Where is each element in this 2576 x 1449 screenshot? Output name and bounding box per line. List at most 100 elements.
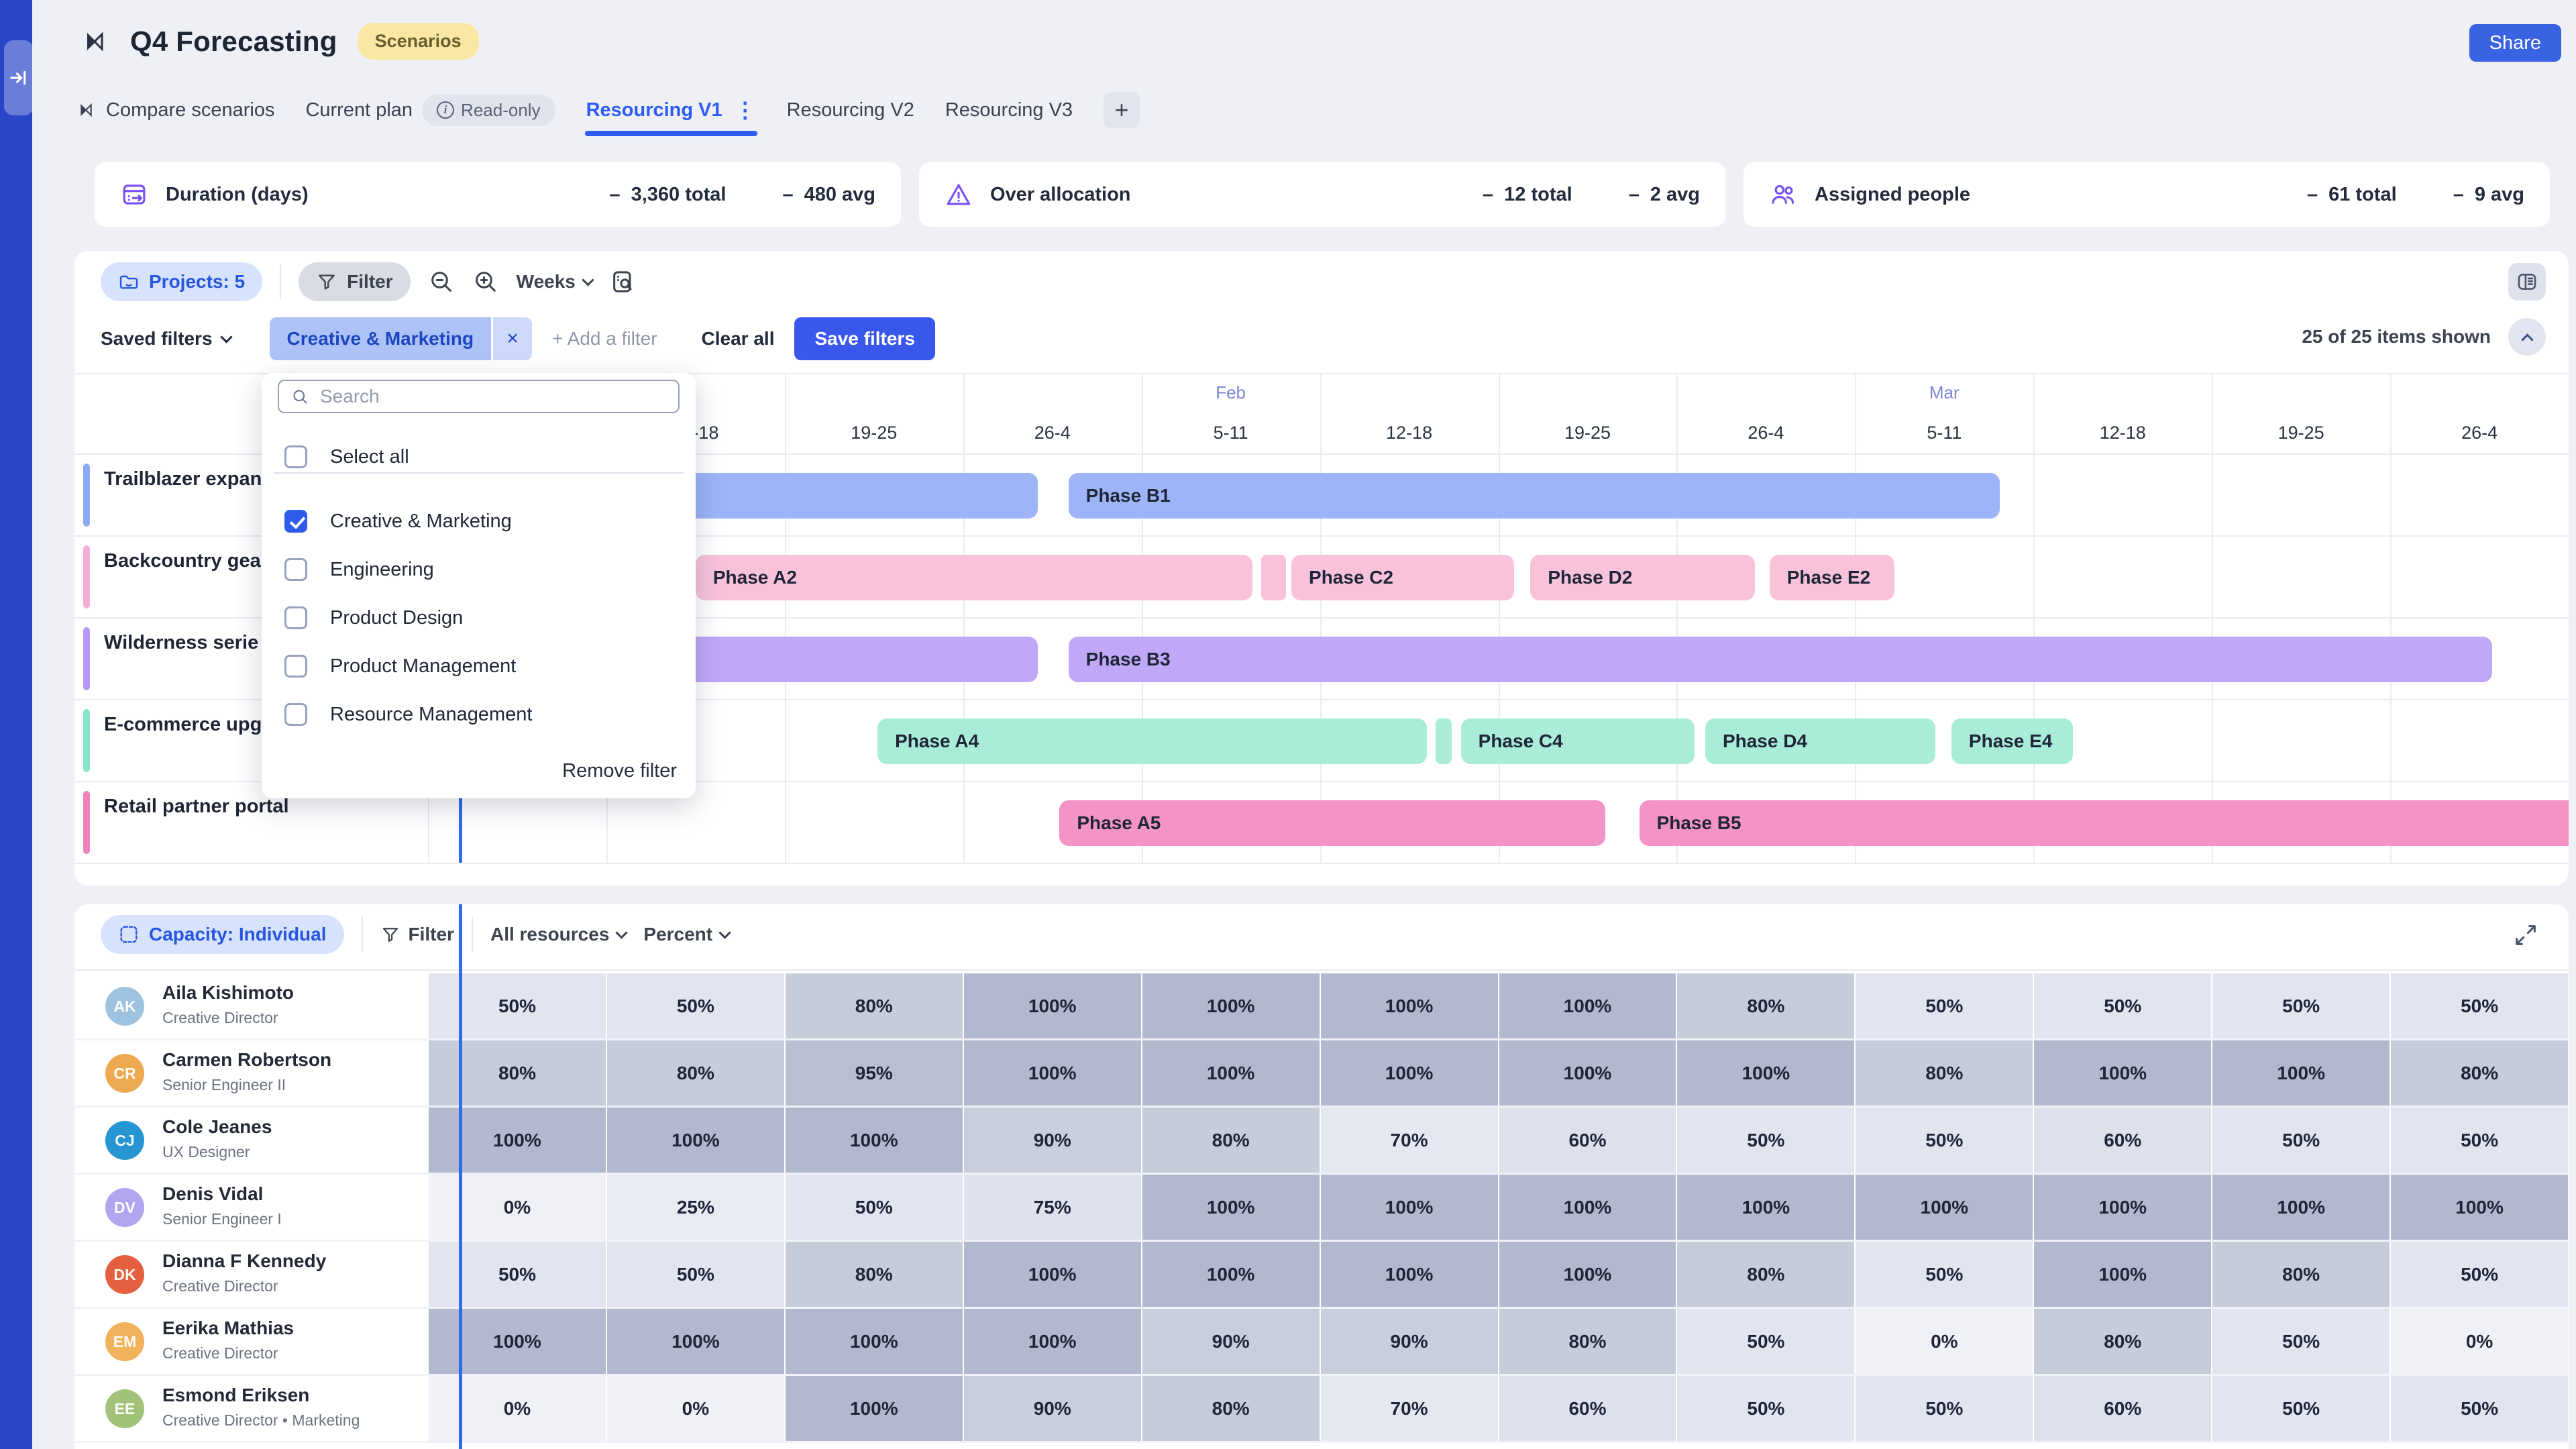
capacity-cell[interactable]: 50% (1856, 1376, 2033, 1441)
capacity-cell[interactable]: 70% (1321, 1376, 1498, 1441)
project-name[interactable]: E-commerce upg (104, 714, 262, 736)
capacity-cell[interactable]: 50% (1856, 973, 2033, 1038)
project-name[interactable]: Trailblazer expan (104, 468, 262, 490)
phase-bar[interactable]: Phase A4 (877, 718, 1427, 764)
capacity-cell[interactable]: 0% (2391, 1309, 2568, 1374)
select-all-option[interactable]: Select all (284, 437, 409, 476)
checkbox[interactable] (284, 445, 307, 468)
person-row[interactable]: CJCole JeanesUX Designer100%100%100%90%8… (74, 1108, 2569, 1175)
capacity-cell[interactable]: 100% (1499, 1242, 1676, 1307)
unit-dropdown[interactable]: Percent (643, 924, 729, 945)
capacity-cell[interactable]: 80% (1499, 1309, 1676, 1374)
zoom-out-button[interactable] (428, 268, 455, 295)
capacity-cell[interactable]: 100% (429, 1309, 606, 1374)
capacity-cell[interactable]: 25% (607, 1175, 784, 1240)
capacity-cell[interactable]: 50% (786, 1175, 963, 1240)
capacity-cell[interactable]: 75% (964, 1175, 1141, 1240)
capacity-cell[interactable]: 0% (607, 1376, 784, 1441)
capacity-cell[interactable]: 50% (2391, 1108, 2568, 1173)
filter-option-product-design[interactable]: Product Design (284, 598, 463, 637)
capacity-cell[interactable]: 50% (2212, 1309, 2390, 1374)
capacity-cell[interactable]: 60% (1499, 1108, 1676, 1173)
capacity-cell[interactable]: 100% (1856, 1175, 2033, 1240)
capacity-cell[interactable]: 50% (1677, 1376, 1854, 1441)
resources-dropdown[interactable]: All resources (490, 924, 626, 945)
add-filter-button[interactable]: + Add a filter (552, 328, 657, 350)
capacity-cell[interactable]: 100% (1142, 1242, 1320, 1307)
phase-bar-small[interactable] (1436, 718, 1452, 764)
phase-bar[interactable]: Phase C4 (1461, 718, 1695, 764)
person-row[interactable]: EEEsmond EriksenCreative Director • Mark… (74, 1376, 2569, 1443)
side-panel-toggle-button[interactable] (2508, 263, 2546, 301)
capacity-cell[interactable]: 100% (1321, 973, 1498, 1038)
phase-bar[interactable]: Phase E2 (1770, 555, 1894, 600)
capacity-cell[interactable]: 60% (2034, 1108, 2211, 1173)
capacity-cell[interactable]: 100% (786, 1108, 963, 1173)
person-row[interactable]: CRCarmen RobertsonSenior Engineer II80%8… (74, 1040, 2569, 1108)
capacity-cell[interactable]: 50% (2391, 973, 2568, 1038)
phase-bar[interactable]: Phase D2 (1530, 555, 1755, 600)
project-name[interactable]: Retail partner portal (104, 796, 289, 818)
projects-count-button[interactable]: Projects: 5 (101, 262, 262, 301)
capacity-cell[interactable]: 100% (1499, 973, 1676, 1038)
checkbox[interactable] (284, 606, 307, 629)
capacity-cell[interactable]: 80% (1677, 973, 1854, 1038)
filter-chip-remove-button[interactable]: × (493, 317, 532, 360)
capacity-cell[interactable]: 90% (1142, 1309, 1320, 1374)
capacity-cell[interactable]: 80% (1677, 1242, 1854, 1307)
collapse-filterbar-button[interactable] (2508, 318, 2546, 356)
capacity-cell[interactable]: 100% (2034, 1040, 2211, 1106)
capacity-cell[interactable]: 60% (2034, 1376, 2211, 1441)
capacity-cell[interactable]: 60% (1499, 1376, 1676, 1441)
capacity-cell[interactable]: 0% (429, 1175, 606, 1240)
capacity-filter-button[interactable]: Filter (380, 924, 454, 945)
phase-bar[interactable]: Phase B3 (1069, 637, 2492, 682)
capacity-cell[interactable]: 100% (1142, 973, 1320, 1038)
phase-bar[interactable]: Phase B5 (1640, 800, 2569, 846)
project-name[interactable]: Backcountry gea (104, 550, 261, 572)
capacity-cell[interactable]: 95% (786, 1040, 963, 1106)
tab-resourcing-v1[interactable]: Resourcing V1 ⋮ (586, 99, 756, 121)
capacity-cell[interactable]: 50% (429, 973, 606, 1038)
capacity-cell[interactable]: 100% (1142, 1040, 1320, 1106)
capacity-cell[interactable]: 50% (607, 973, 784, 1038)
expand-sidebar-button[interactable] (4, 40, 34, 115)
capacity-cell[interactable]: 70% (1321, 1108, 1498, 1173)
remove-filter-button[interactable]: Remove filter (562, 760, 677, 782)
capacity-cell[interactable]: 100% (1677, 1040, 1854, 1106)
share-button[interactable]: Share (2469, 24, 2561, 62)
phase-bar[interactable]: Phase C2 (1291, 555, 1514, 600)
checkbox[interactable] (284, 655, 307, 678)
filter-option-creative-marketing[interactable]: Creative & Marketing (284, 502, 512, 541)
phase-bar-small[interactable] (1261, 555, 1286, 600)
capacity-cell[interactable]: 50% (2034, 973, 2211, 1038)
person-row[interactable]: DKDianna F KennedyCreative Director50%50… (74, 1242, 2569, 1309)
capacity-cell[interactable]: 100% (1321, 1040, 1498, 1106)
capacity-cell[interactable]: 50% (1856, 1242, 2033, 1307)
phase-bar[interactable]: Phase A2 (696, 555, 1252, 600)
add-scenario-button[interactable]: + (1104, 92, 1140, 128)
capacity-cell[interactable]: 80% (786, 1242, 963, 1307)
kebab-menu-icon[interactable]: ⋮ (732, 99, 756, 121)
capacity-cell[interactable]: 90% (964, 1108, 1141, 1173)
capacity-cell[interactable]: 90% (1321, 1309, 1498, 1374)
capacity-cell[interactable]: 100% (2034, 1175, 2211, 1240)
capacity-cell[interactable]: 50% (2212, 1376, 2390, 1441)
phase-bar[interactable]: Phase B1 (1069, 473, 2000, 519)
capacity-cell[interactable]: 100% (964, 1309, 1141, 1374)
schedule-filter-button[interactable]: Filter (299, 262, 410, 301)
capacity-mode-button[interactable]: Capacity: Individual (101, 915, 344, 954)
capacity-cell[interactable]: 50% (1856, 1108, 2033, 1173)
expand-capacity-button[interactable] (2512, 922, 2539, 949)
capacity-cell[interactable]: 50% (2391, 1376, 2568, 1441)
capacity-cell[interactable]: 100% (964, 973, 1141, 1038)
tab-compare-scenarios[interactable]: Compare scenarios (75, 99, 274, 121)
capacity-cell[interactable]: 100% (786, 1376, 963, 1441)
capacity-cell[interactable]: 100% (1142, 1175, 1320, 1240)
capacity-cell[interactable]: 100% (2034, 1242, 2211, 1307)
saved-filters-dropdown[interactable]: Saved filters (101, 328, 231, 350)
log-scan-icon[interactable] (610, 268, 637, 295)
capacity-cell[interactable]: 80% (1856, 1040, 2033, 1106)
person-row[interactable]: EMEerika MathiasCreative Director100%100… (74, 1309, 2569, 1376)
filter-chip-label[interactable]: Creative & Marketing (270, 317, 492, 360)
